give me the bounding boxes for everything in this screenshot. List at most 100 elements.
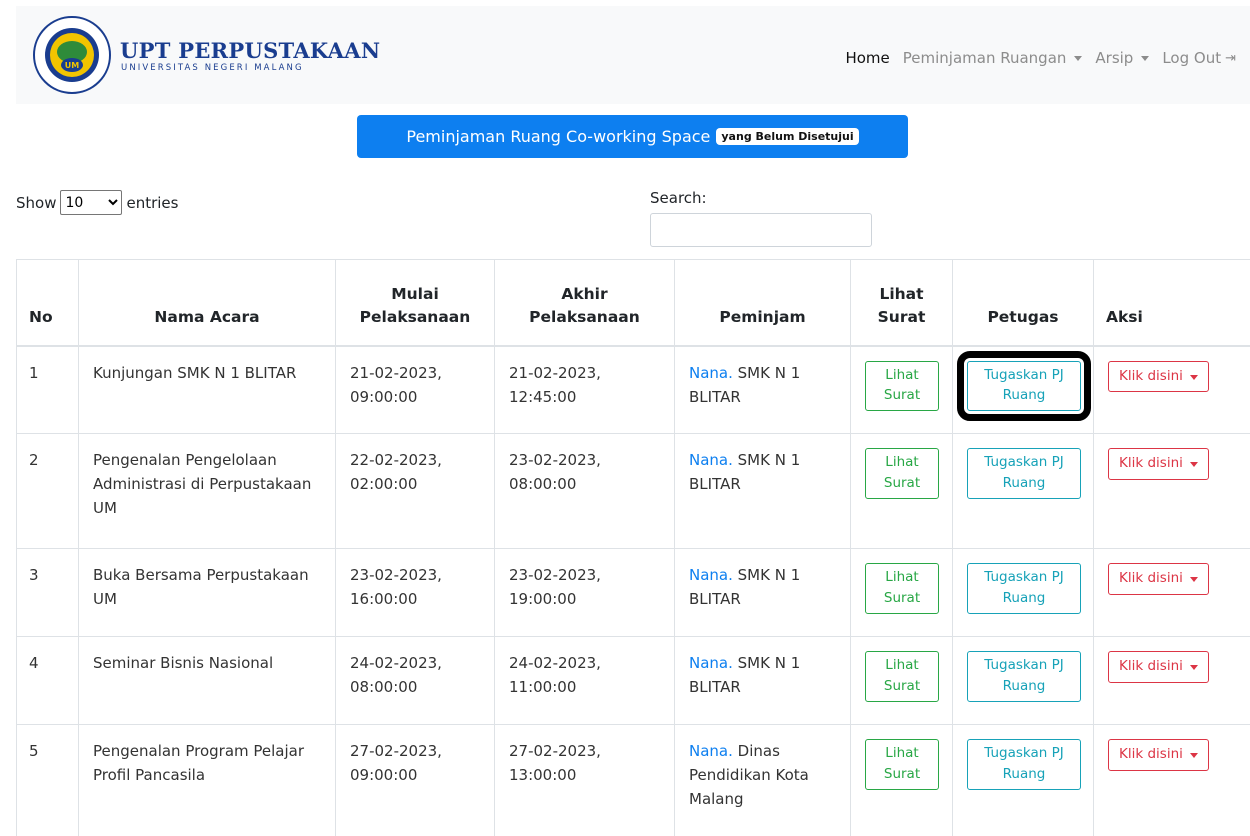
col-header-akhir[interactable]: Akhir Pelaksanaan — [494, 259, 675, 347]
klik-disini-dropdown[interactable]: Klik disini — [1108, 651, 1209, 683]
status-badge: yang Belum Disetujui — [716, 128, 859, 145]
cell-peminjam: Nana. SMK N 1 BLITAR — [674, 433, 851, 549]
show-label: Show — [16, 193, 57, 212]
nav-arsip[interactable]: Arsip — [1095, 49, 1150, 67]
cell-nama-acara: Pengenalan Pengelolaan Administrasi di P… — [78, 433, 336, 549]
cell-no: 2 — [16, 433, 79, 549]
navbar: UM UPT PERPUSTAKAAN UNIVERSITAS NEGERI M… — [16, 6, 1250, 104]
cell-aksi: Klik disini — [1093, 548, 1250, 637]
tugaskan-pj-button[interactable]: Tugaskan PJ Ruang — [967, 739, 1081, 790]
table-row: 1 Kunjungan SMK N 1 BLITAR 21-02-2023, 0… — [16, 345, 1250, 434]
nav-peminjaman-label: Peminjaman Ruangan — [902, 49, 1067, 67]
col-header-peminjam[interactable]: Peminjam — [674, 259, 851, 347]
caret-down-icon — [1189, 753, 1198, 758]
lihat-surat-button[interactable]: Lihat Surat — [865, 563, 939, 614]
col-header-petugas[interactable]: Petugas — [952, 259, 1094, 347]
search-label: Search: — [650, 189, 707, 207]
tugaskan-pj-button[interactable]: Tugaskan PJ Ruang — [967, 563, 1081, 614]
search-input[interactable] — [650, 213, 872, 247]
cell-petugas: Tugaskan PJ Ruang — [952, 433, 1094, 549]
klik-disini-label: Klik disini — [1119, 658, 1183, 674]
peminjam-link[interactable]: Nana. — [689, 364, 733, 382]
cell-nama-acara: Buka Bersama Perpustakaan UM — [78, 548, 336, 637]
caret-down-icon — [1074, 55, 1083, 61]
klik-disini-dropdown[interactable]: Klik disini — [1108, 739, 1209, 771]
um-logo-icon[interactable]: UM — [32, 15, 112, 95]
caret-down-icon — [1141, 55, 1150, 61]
klik-disini-dropdown[interactable]: Klik disini — [1108, 448, 1209, 480]
cell-mulai: 27-02-2023, 09:00:00 — [335, 724, 495, 836]
cell-akhir: 27-02-2023, 13:00:00 — [494, 724, 675, 836]
cell-peminjam: Nana. SMK N 1 BLITAR — [674, 636, 851, 725]
col-header-surat[interactable]: Lihat Surat — [850, 259, 953, 347]
col-header-nama[interactable]: Nama Acara — [78, 259, 336, 347]
cell-aksi: Klik disini — [1093, 345, 1250, 434]
nav-arsip-label: Arsip — [1095, 49, 1134, 67]
cell-aksi: Klik disini — [1093, 433, 1250, 549]
tugaskan-pj-button[interactable]: Tugaskan PJ Ruang — [967, 448, 1081, 499]
col-header-mulai[interactable]: Mulai Pelaksanaan — [335, 259, 495, 347]
lihat-surat-button[interactable]: Lihat Surat — [865, 739, 939, 790]
table-row: 2 Pengenalan Pengelolaan Administrasi di… — [16, 433, 1250, 549]
cell-peminjam: Nana. Dinas Pendidikan Kota Malang — [674, 724, 851, 836]
klik-disini-label: Klik disini — [1119, 570, 1183, 586]
cell-akhir: 23-02-2023, 08:00:00 — [494, 433, 675, 549]
logout-icon: ⇥ — [1225, 50, 1236, 66]
svg-text:UM: UM — [65, 61, 79, 70]
cell-mulai: 24-02-2023, 08:00:00 — [335, 636, 495, 725]
cell-nama-acara: Kunjungan SMK N 1 BLITAR — [78, 345, 336, 434]
nav-menu: Home Peminjaman Ruangan Arsip Log Out ⇥ — [832, 49, 1236, 67]
cell-peminjam: Nana. SMK N 1 BLITAR — [674, 548, 851, 637]
brand-title[interactable]: UPT PERPUSTAKAAN — [120, 38, 380, 63]
table-row: 3 Buka Bersama Perpustakaan UM 23-02-202… — [16, 548, 1250, 637]
klik-disini-label: Klik disini — [1119, 367, 1183, 384]
nav-home-label: Home — [845, 49, 890, 67]
cell-akhir: 21-02-2023, 12:45:00 — [494, 345, 675, 434]
caret-down-icon — [1189, 577, 1198, 582]
lihat-surat-button[interactable]: Lihat Surat — [865, 360, 939, 412]
cell-petugas: Tugaskan PJ Ruang — [952, 636, 1094, 725]
lihat-surat-button[interactable]: Lihat Surat — [865, 448, 939, 499]
entries-length-control: Show 10 entries — [16, 190, 178, 215]
col-header-no[interactable]: No — [16, 259, 79, 347]
cell-petugas: Tugaskan PJ Ruang — [952, 724, 1094, 836]
klik-disini-dropdown[interactable]: Klik disini — [1108, 563, 1209, 595]
cell-aksi: Klik disini — [1093, 636, 1250, 725]
brand-subtitle: UNIVERSITAS NEGERI MALANG — [121, 63, 304, 73]
nav-logout[interactable]: Log Out ⇥ — [1162, 49, 1236, 67]
caret-down-icon — [1189, 374, 1198, 380]
peminjam-link[interactable]: Nana. — [689, 654, 733, 672]
cell-akhir: 24-02-2023, 11:00:00 — [494, 636, 675, 725]
col-header-aksi[interactable]: Aksi — [1093, 259, 1250, 347]
tugaskan-pj-button[interactable]: Tugaskan PJ Ruang — [957, 350, 1091, 422]
cell-no: 1 — [16, 345, 79, 434]
klik-disini-label: Klik disini — [1119, 455, 1183, 471]
cell-mulai: 21-02-2023, 09:00:00 — [335, 345, 495, 434]
peminjam-link[interactable]: Nana. — [689, 451, 733, 469]
cell-no: 4 — [16, 636, 79, 725]
caret-down-icon — [1189, 462, 1198, 467]
klik-disini-label: Klik disini — [1119, 746, 1183, 762]
entries-select[interactable]: 10 — [60, 190, 123, 215]
tugaskan-pj-button[interactable]: Tugaskan PJ Ruang — [967, 651, 1081, 702]
cell-no: 5 — [16, 724, 79, 836]
table-row: 4 Seminar Bisnis Nasional 24-02-2023, 08… — [16, 636, 1250, 725]
nav-logout-label: Log Out — [1162, 49, 1222, 67]
cell-no: 3 — [16, 548, 79, 637]
peminjam-link[interactable]: Nana. — [689, 742, 733, 760]
lihat-surat-button[interactable]: Lihat Surat — [865, 651, 939, 702]
cell-nama-acara: Seminar Bisnis Nasional — [78, 636, 336, 725]
cell-surat: Lihat Surat — [850, 433, 953, 549]
cell-petugas: Tugaskan PJ Ruang — [952, 345, 1094, 434]
entries-label: entries — [126, 193, 179, 212]
cell-petugas: Tugaskan PJ Ruang — [952, 548, 1094, 637]
bookings-table: No Nama Acara Mulai Pelaksanaan Akhir Pe… — [16, 259, 1250, 836]
cell-mulai: 23-02-2023, 16:00:00 — [335, 548, 495, 637]
table-row: 5 Pengenalan Program Pelajar Profil Panc… — [16, 724, 1250, 836]
nav-home[interactable]: Home — [845, 49, 889, 67]
cell-surat: Lihat Surat — [850, 345, 953, 434]
peminjam-link[interactable]: Nana. — [689, 566, 733, 584]
nav-peminjaman-ruangan[interactable]: Peminjaman Ruangan — [903, 49, 1083, 67]
cell-surat: Lihat Surat — [850, 636, 953, 725]
klik-disini-dropdown[interactable]: Klik disini — [1108, 360, 1209, 393]
